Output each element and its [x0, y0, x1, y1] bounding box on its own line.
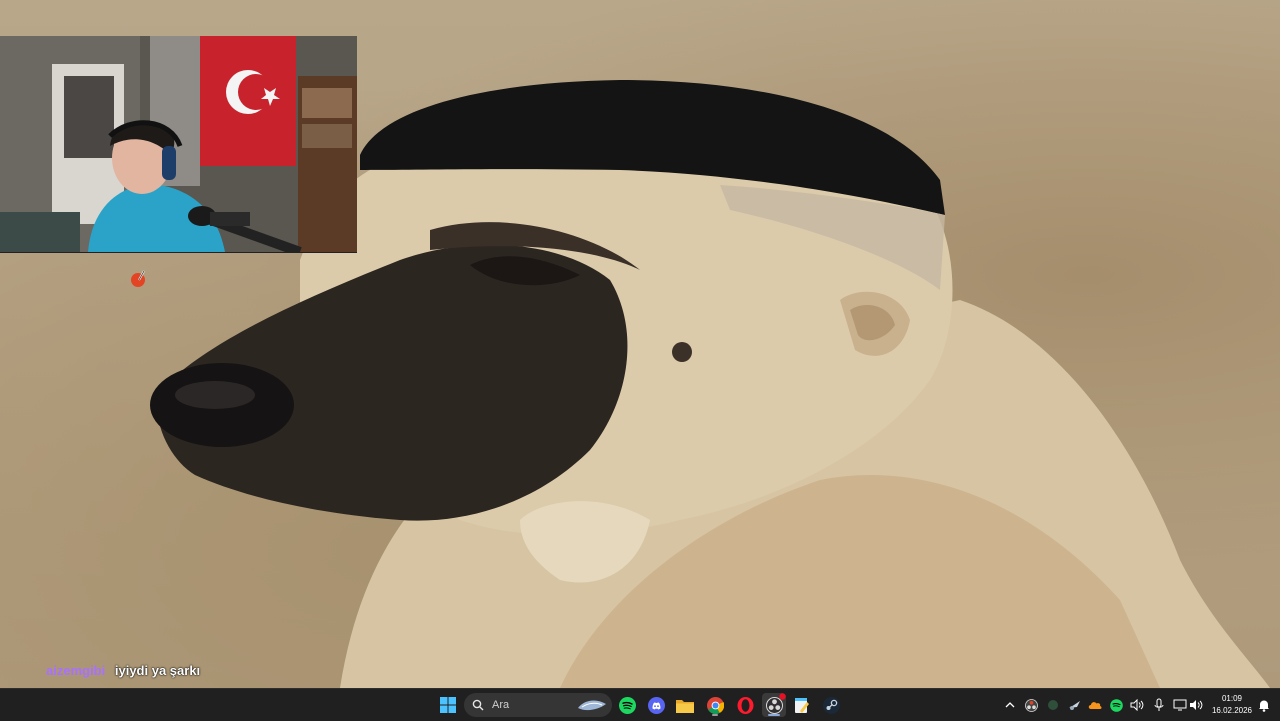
active-indicator — [768, 714, 780, 716]
chat-message-text: iyiydi ya şarkı — [114, 663, 201, 678]
start-button[interactable] — [436, 693, 460, 717]
display-icon — [1173, 699, 1187, 711]
chat-message: aizemgibi iyiydi ya şarkı — [46, 663, 200, 678]
chrome-icon — [706, 696, 724, 714]
taskbar-clock[interactable]: 01:09 16.02.2026 — [1208, 693, 1256, 717]
recording-badge-icon — [779, 693, 786, 700]
speaker-icon — [1130, 699, 1144, 711]
volume-icon — [1190, 700, 1203, 710]
steam-icon — [822, 696, 840, 714]
webcam-overlay — [0, 36, 357, 253]
search-highlight-icon — [578, 700, 606, 711]
taskbar-chrome[interactable] — [703, 693, 727, 717]
chevron-up-icon — [1005, 702, 1015, 708]
search-icon — [472, 699, 484, 711]
cloud-icon — [1088, 702, 1102, 709]
tray-microphone[interactable] — [1151, 697, 1167, 713]
taskbar-file-explorer[interactable] — [673, 693, 697, 717]
tray-display[interactable] — [1172, 697, 1188, 713]
taskbar-search[interactable] — [464, 693, 612, 717]
opera-icon — [737, 696, 753, 714]
mouse-cursor — [130, 270, 148, 288]
microphone-icon — [1154, 698, 1164, 711]
taskbar-opera[interactable] — [733, 693, 757, 717]
taskbar: 01:09 16.02.2026 — [0, 688, 1280, 721]
notification-bell-icon — [1259, 700, 1269, 712]
tray-volume[interactable] — [1188, 697, 1204, 713]
clock-time: 01:09 — [1221, 694, 1243, 703]
tray-speaker[interactable] — [1129, 697, 1145, 713]
running-indicator — [712, 714, 718, 716]
notepad-icon — [795, 697, 809, 713]
taskbar-steam[interactable] — [819, 693, 843, 717]
search-input[interactable] — [490, 698, 574, 712]
show-hidden-icons-button[interactable] — [1002, 697, 1018, 713]
tray-obs[interactable] — [1023, 697, 1039, 713]
windows-logo-icon — [440, 697, 456, 713]
spotify-icon — [618, 696, 636, 714]
app-tray-icon — [1048, 700, 1058, 710]
taskbar-spotify[interactable] — [615, 693, 639, 717]
folder-icon — [676, 699, 694, 713]
spotify-tray-icon — [1109, 698, 1123, 712]
tray-steam[interactable] — [1066, 697, 1082, 713]
notification-center-button[interactable] — [1256, 697, 1272, 713]
discord-icon — [647, 696, 665, 714]
taskbar-notepad[interactable] — [790, 693, 814, 717]
tray-cloud[interactable] — [1087, 697, 1103, 713]
taskbar-obs[interactable] — [762, 693, 786, 717]
tray-spotify[interactable] — [1108, 697, 1124, 713]
taskbar-discord[interactable] — [644, 693, 668, 717]
tray-app[interactable] — [1045, 697, 1061, 713]
obs-tray-icon — [1024, 698, 1038, 712]
chat-username: aizemgibi — [46, 663, 106, 678]
steam-tray-icon — [1068, 700, 1080, 710]
clock-date: 16.02.2026 — [1211, 706, 1253, 715]
